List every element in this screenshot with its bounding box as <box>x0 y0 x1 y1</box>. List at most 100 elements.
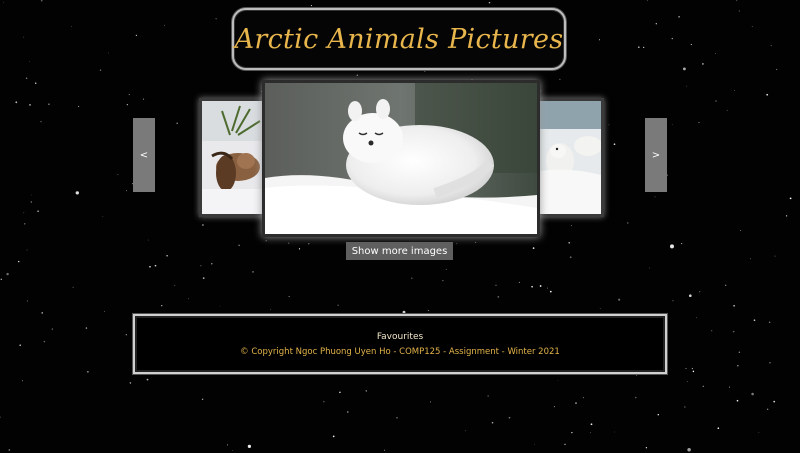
star <box>464 430 466 432</box>
star <box>99 69 102 71</box>
star <box>29 104 31 106</box>
star <box>766 93 769 96</box>
star <box>188 298 189 300</box>
star <box>85 327 88 329</box>
star <box>769 362 771 364</box>
carousel-image-previous[interactable] <box>199 98 267 217</box>
star <box>725 284 727 286</box>
star <box>23 36 25 38</box>
star <box>147 239 149 241</box>
star <box>78 105 80 107</box>
star <box>154 264 157 267</box>
star <box>670 244 674 249</box>
star <box>288 242 290 244</box>
star <box>557 380 559 382</box>
star <box>729 386 731 388</box>
star <box>491 421 494 424</box>
star <box>48 103 50 106</box>
star <box>51 328 53 330</box>
star <box>540 90 542 92</box>
star <box>685 367 687 370</box>
star <box>365 390 367 392</box>
star <box>310 5 312 7</box>
carousel-prev-button[interactable]: < <box>133 118 155 192</box>
star <box>135 34 138 37</box>
star <box>575 402 577 404</box>
page-background: Arctic Animals Pictures < > Show more im… <box>0 0 800 453</box>
favourites-link[interactable]: Favourites <box>135 332 665 342</box>
star <box>411 277 413 279</box>
star <box>711 330 713 332</box>
star <box>308 243 310 245</box>
star <box>627 222 629 224</box>
star <box>104 311 105 312</box>
star <box>568 241 571 244</box>
star <box>26 300 29 302</box>
star <box>715 100 717 102</box>
star <box>687 381 689 383</box>
star <box>18 260 20 263</box>
arctic-fox-photo <box>265 83 537 234</box>
star <box>614 431 616 433</box>
star <box>646 0 648 1</box>
star <box>474 241 477 244</box>
star <box>8 449 10 451</box>
star <box>129 382 132 384</box>
star <box>22 380 24 382</box>
star <box>252 271 254 273</box>
star <box>125 334 127 336</box>
carousel-image-next[interactable] <box>537 98 604 217</box>
star <box>534 443 535 445</box>
star <box>774 255 776 257</box>
star <box>31 194 32 196</box>
star <box>41 312 43 314</box>
star <box>6 272 9 276</box>
star <box>738 10 740 12</box>
star <box>356 74 358 76</box>
show-more-images-button[interactable]: Show more images <box>346 242 453 260</box>
star <box>691 367 694 370</box>
star <box>768 321 771 324</box>
star <box>126 190 128 192</box>
star <box>87 370 89 373</box>
star <box>678 15 680 18</box>
star <box>34 82 37 84</box>
star <box>696 317 697 319</box>
star <box>789 197 792 200</box>
title-banner: Arctic Animals Pictures <box>232 8 566 70</box>
star <box>146 378 149 381</box>
carousel-next-button[interactable]: > <box>645 118 667 192</box>
star <box>717 427 720 430</box>
star <box>738 351 740 353</box>
star <box>726 110 728 112</box>
star <box>337 304 339 306</box>
carousel-image-current[interactable] <box>262 80 540 237</box>
star <box>547 287 549 289</box>
star <box>532 247 535 249</box>
star <box>323 401 325 403</box>
star <box>201 398 204 401</box>
star <box>715 53 716 54</box>
star <box>770 45 772 47</box>
star <box>117 174 119 176</box>
star <box>590 423 593 426</box>
star <box>71 26 72 27</box>
star <box>698 122 700 124</box>
star <box>751 392 754 396</box>
star <box>751 26 753 28</box>
star <box>23 212 25 214</box>
star <box>25 77 28 79</box>
star <box>445 268 447 270</box>
star <box>40 120 42 123</box>
star <box>736 0 738 2</box>
star <box>684 406 686 408</box>
animal-photo-left <box>202 101 264 214</box>
star <box>767 408 769 410</box>
star <box>682 67 686 71</box>
star <box>785 215 788 217</box>
star <box>549 290 552 293</box>
star <box>164 24 165 26</box>
star <box>570 225 572 227</box>
star <box>40 0 43 2</box>
star <box>773 400 776 403</box>
